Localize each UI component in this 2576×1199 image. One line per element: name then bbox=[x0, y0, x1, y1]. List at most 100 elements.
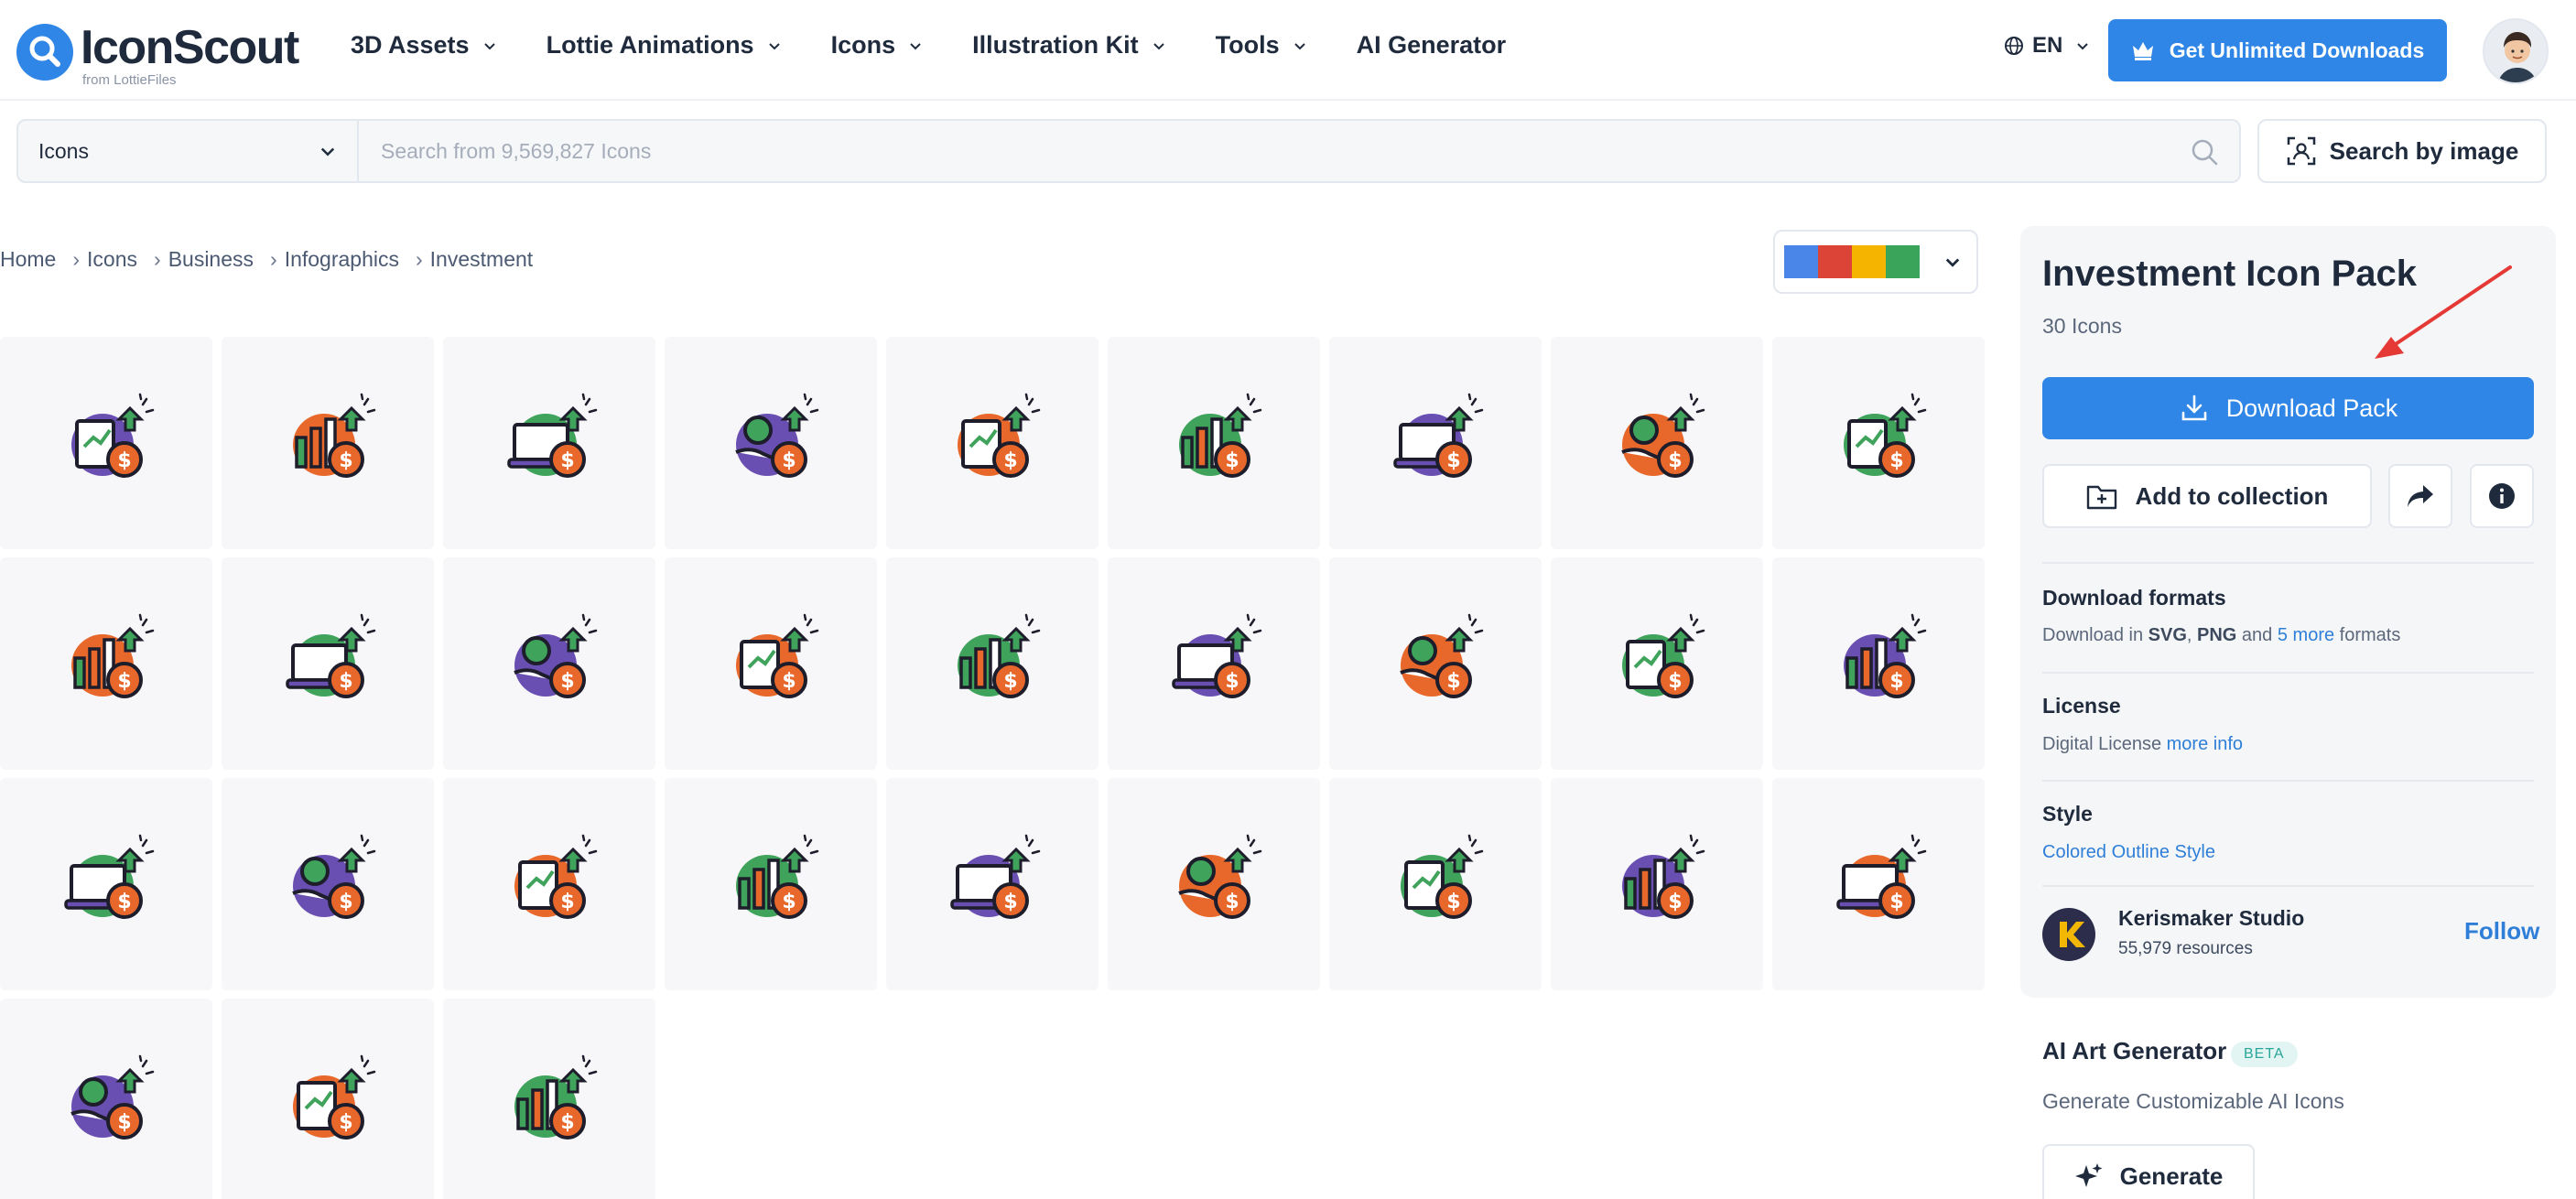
icon-tile[interactable]: $ bbox=[886, 778, 1099, 990]
pack-title: Investment Icon Pack bbox=[2042, 254, 2418, 294]
breadcrumb-home[interactable]: Home bbox=[0, 247, 56, 272]
follow-button[interactable]: Follow bbox=[2464, 917, 2539, 945]
nav-ai-generator[interactable]: AI Generator bbox=[1357, 31, 1507, 59]
icon-tile[interactable]: $ bbox=[665, 337, 877, 549]
search-category-select[interactable]: Icons bbox=[18, 121, 359, 181]
style-link[interactable]: Colored Outline Style bbox=[2042, 842, 2215, 863]
license-more-info-link[interactable]: more info bbox=[2167, 734, 2243, 754]
icon-tile[interactable]: $ bbox=[886, 557, 1099, 770]
icon-tile[interactable]: $ bbox=[1551, 557, 1763, 770]
icon-tile[interactable]: $ bbox=[0, 999, 212, 1199]
svg-text:$: $ bbox=[1889, 891, 1903, 913]
icon-tile[interactable]: $ bbox=[443, 999, 655, 1199]
laptop-stock-clock-icon: $ bbox=[736, 834, 819, 919]
unlimited-label: Get Unlimited Downloads bbox=[2169, 38, 2425, 62]
user-avatar[interactable] bbox=[2483, 18, 2549, 84]
icon-tile[interactable]: $ bbox=[443, 778, 655, 990]
creator-avatar[interactable] bbox=[2042, 908, 2095, 961]
breadcrumb-investment[interactable]: Investment bbox=[430, 247, 534, 272]
icon-tile[interactable]: $ bbox=[1329, 778, 1542, 990]
formats-and: and bbox=[2241, 625, 2273, 645]
icon-tile[interactable]: $ bbox=[1551, 778, 1763, 990]
search-input[interactable] bbox=[359, 121, 2190, 181]
nav-lottie-animations[interactable]: Lottie Animations bbox=[547, 31, 782, 59]
real-estate-investment-icon: $ bbox=[735, 393, 819, 478]
ai-generator-subtitle: Generate Customizable AI Icons bbox=[2042, 1089, 2344, 1113]
icon-tile[interactable]: $ bbox=[443, 557, 655, 770]
plant-money-hand-icon: $ bbox=[286, 613, 376, 698]
search-icon[interactable] bbox=[2190, 137, 2219, 167]
breadcrumb-separator: › bbox=[154, 247, 161, 271]
folder-plus-icon bbox=[2086, 485, 2116, 510]
breadcrumb-icons[interactable]: Icons bbox=[87, 247, 137, 272]
download-pack-button[interactable]: Download Pack bbox=[2042, 377, 2534, 439]
panel-divider bbox=[2042, 780, 2534, 782]
add-to-collection-button[interactable]: Add to collection bbox=[2042, 464, 2372, 528]
download-formats-text: Download in SVG, PNG and 5 more formats bbox=[2042, 625, 2400, 646]
generate-button[interactable]: Generate bbox=[2042, 1144, 2255, 1199]
panel-divider bbox=[2042, 885, 2534, 887]
license-type: Digital License bbox=[2042, 734, 2162, 754]
search-by-image-button[interactable]: Search by image bbox=[2257, 119, 2547, 183]
get-unlimited-downloads-button[interactable]: Get Unlimited Downloads bbox=[2108, 19, 2447, 81]
nav-tools[interactable]: Tools bbox=[1216, 31, 1307, 59]
icon-tile[interactable]: $ bbox=[0, 557, 212, 770]
icon-tile[interactable]: $ bbox=[665, 557, 877, 770]
breadcrumb-business[interactable]: Business bbox=[168, 247, 254, 272]
svg-text:$: $ bbox=[1889, 449, 1903, 472]
icon-tile[interactable]: $ bbox=[1772, 557, 1985, 770]
icon-tile[interactable]: $ bbox=[1772, 778, 1985, 990]
icon-tile[interactable]: $ bbox=[443, 337, 655, 549]
chevron-down-icon bbox=[910, 42, 921, 49]
icon-tile[interactable]: $ bbox=[1108, 778, 1320, 990]
icon-tile[interactable]: $ bbox=[0, 778, 212, 990]
icon-tile[interactable]: $ bbox=[222, 778, 434, 990]
coin-arrows-icon: $ bbox=[1179, 393, 1262, 478]
formats-suffix: formats bbox=[2339, 625, 2401, 645]
format-separator: , bbox=[2186, 625, 2192, 645]
creator-name[interactable]: Kerismaker Studio bbox=[2118, 906, 2304, 931]
target-coin-icon: $ bbox=[958, 613, 1041, 698]
investor-money-bag-icon: $ bbox=[1400, 613, 1484, 698]
svg-text:$: $ bbox=[1003, 891, 1017, 913]
svg-text:$: $ bbox=[1668, 891, 1682, 913]
share-button[interactable] bbox=[2388, 464, 2452, 528]
info-button[interactable] bbox=[2470, 464, 2534, 528]
icon-tile[interactable]: $ bbox=[222, 999, 434, 1199]
icon-tile[interactable]: $ bbox=[222, 557, 434, 770]
breadcrumb: Home › Icons › Business › Infographics ›… bbox=[0, 247, 533, 272]
creator-resources: 55,979 resources bbox=[2118, 939, 2253, 958]
document-growth-coins-icon: $ bbox=[71, 393, 155, 478]
format-png: PNG bbox=[2197, 625, 2237, 645]
report-analysis-eye-icon: $ bbox=[514, 1054, 598, 1140]
global-investment-icon: $ bbox=[1844, 393, 1927, 478]
svg-text:$: $ bbox=[117, 891, 131, 913]
more-formats-link[interactable]: 5 more bbox=[2278, 625, 2334, 645]
color-swatch bbox=[1852, 245, 1886, 278]
iconscout-logo[interactable]: IconScout from LottieFiles bbox=[16, 24, 299, 87]
icon-tile[interactable]: $ bbox=[1329, 557, 1542, 770]
nav-illustration-kit[interactable]: Illustration Kit bbox=[972, 31, 1166, 59]
coin-stack-growth-icon: $ bbox=[1621, 393, 1705, 478]
coin-directions-icon: $ bbox=[514, 613, 598, 698]
svg-text:$: $ bbox=[1889, 670, 1903, 693]
nav-icons[interactable]: Icons bbox=[831, 31, 924, 59]
search-bar: Icons bbox=[16, 119, 2241, 183]
language-selector[interactable]: EN bbox=[2003, 33, 2090, 59]
icon-tile[interactable]: $ bbox=[222, 337, 434, 549]
icon-tile[interactable]: $ bbox=[0, 337, 212, 549]
icon-tile[interactable]: $ bbox=[1551, 337, 1763, 549]
annotation-arrow-icon bbox=[2375, 265, 2512, 359]
icon-tile[interactable]: $ bbox=[886, 337, 1099, 549]
icon-tile[interactable]: $ bbox=[665, 778, 877, 990]
breadcrumb-infographics[interactable]: Infographics bbox=[285, 247, 399, 272]
icon-tile[interactable]: $ bbox=[1772, 337, 1985, 549]
nav-3d-assets[interactable]: 3D Assets bbox=[351, 31, 497, 59]
chevron-down-icon bbox=[1153, 42, 1164, 49]
icon-tile[interactable]: $ bbox=[1108, 557, 1320, 770]
icon-tile[interactable]: $ bbox=[1108, 337, 1320, 549]
svg-text:$: $ bbox=[1668, 449, 1682, 472]
color-filter-dropdown[interactable] bbox=[1773, 230, 1978, 294]
license-title: License bbox=[2042, 694, 2121, 718]
icon-tile[interactable]: $ bbox=[1329, 337, 1542, 549]
